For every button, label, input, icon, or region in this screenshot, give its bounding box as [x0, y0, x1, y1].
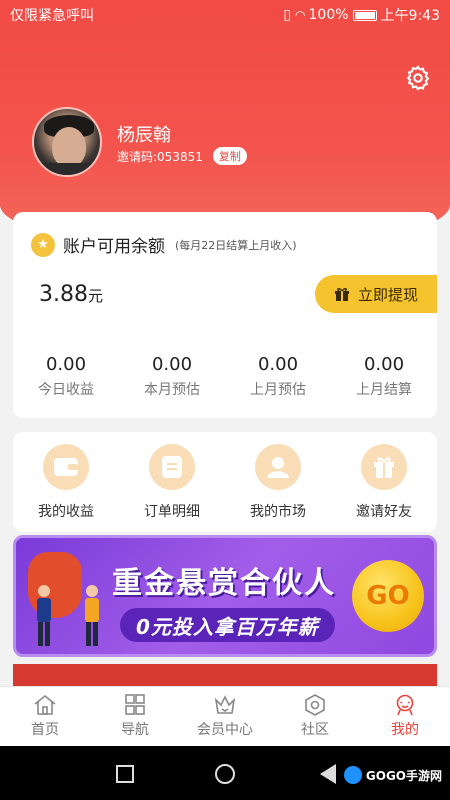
stat-value: 0.00: [45, 354, 87, 375]
wallet-icon: [43, 444, 89, 490]
menu-label: 我的市场: [250, 504, 306, 520]
bottom-tab-bar: 首页 导航 会员中心 社区 我的: [0, 686, 450, 746]
tab-community[interactable]: 社区: [270, 687, 360, 746]
menu-label: 邀请好友: [356, 504, 412, 520]
gear-icon[interactable]: [404, 64, 432, 92]
tab-member-center[interactable]: 会员中心: [180, 687, 270, 746]
go-button[interactable]: GO: [352, 560, 424, 632]
earnings-stats: 0.00 今日收益 0.00 本月预估 0.00 上月预估 0.00 上月结算: [13, 354, 437, 399]
stat-last-month-estimate[interactable]: 0.00 上月预估: [225, 354, 331, 399]
stat-value: 0.00: [257, 354, 299, 375]
tab-home[interactable]: 首页: [0, 687, 90, 746]
invite-code: 邀请码:053851: [117, 149, 203, 164]
avatar[interactable]: [32, 107, 102, 177]
vibrate-icon: ▯: [283, 7, 292, 23]
recents-button[interactable]: [116, 765, 134, 783]
person-illustration: [37, 585, 51, 646]
balance-card: ★ 账户可用余额 (每月22日结算上月收入) 3.88元 立即提现 0.00 今…: [13, 212, 437, 418]
home-icon: [34, 694, 56, 715]
tab-label: 导航: [121, 722, 149, 738]
withdraw-button[interactable]: 立即提现: [315, 275, 437, 313]
next-banner-peek: [13, 664, 437, 688]
menu-order-details[interactable]: 订单明细: [119, 432, 225, 532]
status-icons: ▯ ◠ 100% 上午9:43: [283, 5, 440, 25]
withdraw-label: 立即提现: [357, 285, 418, 304]
stat-label: 今日收益: [38, 382, 94, 398]
tab-label: 社区: [301, 722, 329, 738]
invite-code-row: 邀请码:053851 复制: [117, 147, 247, 165]
watermark-logo-icon: [343, 766, 362, 784]
stat-value: 0.00: [151, 354, 193, 375]
stat-this-month[interactable]: 0.00 本月预估: [119, 354, 225, 399]
tab-label: 我的: [391, 722, 419, 738]
gift-icon: [334, 288, 349, 301]
stat-last-month-settled[interactable]: 0.00 上月结算: [331, 354, 437, 399]
balance-value: 3.88: [39, 282, 88, 307]
status-bar: 仅限紧急呼叫 ▯ ◠ 100% 上午9:43: [0, 0, 450, 30]
balance-title: 账户可用余额: [63, 237, 165, 257]
profile-icon: [396, 694, 414, 716]
copy-button[interactable]: 复制: [212, 147, 247, 165]
tab-mine[interactable]: 我的: [360, 687, 450, 746]
user-name: 杨辰翰: [117, 125, 171, 146]
menu-my-market[interactable]: 我的市场: [225, 432, 331, 532]
gift-icon: [361, 444, 407, 490]
people-icon: [255, 444, 301, 490]
banner-title: 重金悬赏合伙人: [112, 566, 336, 601]
menu-invite-friends[interactable]: 邀请好友: [331, 432, 437, 532]
balance-amount: 3.88元: [39, 282, 103, 307]
system-nav-bar: GOGO手游网: [0, 746, 450, 800]
menu-my-earnings[interactable]: 我的收益: [13, 432, 119, 532]
battery-percent: 100%: [308, 7, 349, 23]
balance-note: (每月22日结算上月收入): [175, 238, 297, 252]
home-button[interactable]: [215, 764, 235, 784]
menu-label: 我的收益: [38, 504, 94, 520]
community-icon: [305, 694, 325, 716]
stat-label: 上月预估: [250, 382, 306, 398]
clock: 上午9:43: [380, 8, 440, 24]
quick-menu: 我的收益 订单明细 我的市场 邀请好友: [13, 432, 437, 532]
grid-icon: [125, 694, 145, 715]
crown-icon: [214, 695, 236, 714]
partner-banner[interactable]: 重金悬赏合伙人 0元投入拿百万年薪 GO: [13, 535, 437, 657]
stat-value: 0.00: [363, 354, 405, 375]
person-illustration: [85, 585, 99, 646]
battery-icon: [352, 9, 377, 21]
watermark: GOGO手游网: [343, 766, 442, 784]
carrier-text: 仅限紧急呼叫: [10, 8, 94, 24]
tab-navigation[interactable]: 导航: [90, 687, 180, 746]
menu-label: 订单明细: [144, 504, 200, 520]
stat-label: 本月预估: [144, 382, 200, 398]
balance-unit: 元: [87, 287, 103, 305]
tab-label: 会员中心: [197, 722, 253, 738]
wifi-icon: ◠: [295, 8, 306, 22]
balance-header: ★ 账户可用余额 (每月22日结算上月收入): [31, 232, 297, 257]
star-icon: ★: [31, 232, 55, 257]
tab-label: 首页: [31, 722, 59, 738]
banner-subtitle: 0元投入拿百万年薪: [120, 608, 335, 642]
stat-label: 上月结算: [356, 382, 412, 398]
watermark-text: GOGO手游网: [365, 768, 442, 783]
stat-today[interactable]: 0.00 今日收益: [13, 354, 119, 399]
back-button[interactable]: [320, 764, 336, 784]
list-icon: [149, 444, 195, 490]
